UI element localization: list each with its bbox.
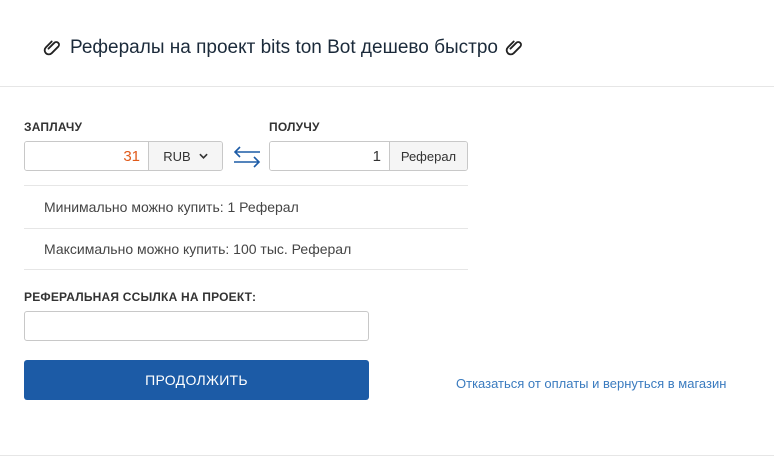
chevron-down-icon	[199, 153, 208, 159]
get-amount-input[interactable]	[270, 142, 390, 170]
max-purchase-text: Максимально можно купить: 100 тыс. Рефер…	[24, 228, 468, 270]
swap-arrows-icon[interactable]	[231, 145, 263, 169]
pay-label: ЗАПЛАЧУ	[24, 120, 83, 134]
referral-link-input[interactable]	[24, 311, 369, 341]
continue-button[interactable]: ПРОДОЛЖИТЬ	[24, 360, 369, 400]
paperclip-icon	[505, 40, 522, 56]
get-input-group: Реферал	[269, 141, 468, 171]
page-title-text: Рефералы на проект bits ton Bot дешево б…	[70, 37, 498, 58]
min-purchase-text: Минимально можно купить: 1 Реферал	[24, 185, 468, 227]
cancel-payment-link[interactable]: Отказаться от оплаты и вернуться в магаз…	[456, 376, 726, 391]
unit-addon: Реферал	[390, 142, 467, 170]
currency-select[interactable]: RUB	[149, 142, 222, 170]
page-title: Рефералы на проект bits ton Bot дешево б…	[42, 36, 526, 60]
page-header: Рефералы на проект bits ton Bot дешево б…	[0, 0, 774, 87]
referral-link-label: РЕФЕРАЛЬНАЯ ССЫЛКА НА ПРОЕКТ:	[24, 290, 257, 304]
currency-select-value: RUB	[163, 148, 191, 164]
pay-input-group: RUB	[24, 141, 223, 171]
bottom-divider	[0, 455, 774, 456]
get-label: ПОЛУЧУ	[269, 120, 320, 134]
paperclip-icon	[43, 40, 60, 56]
pay-amount-input[interactable]	[25, 142, 149, 170]
